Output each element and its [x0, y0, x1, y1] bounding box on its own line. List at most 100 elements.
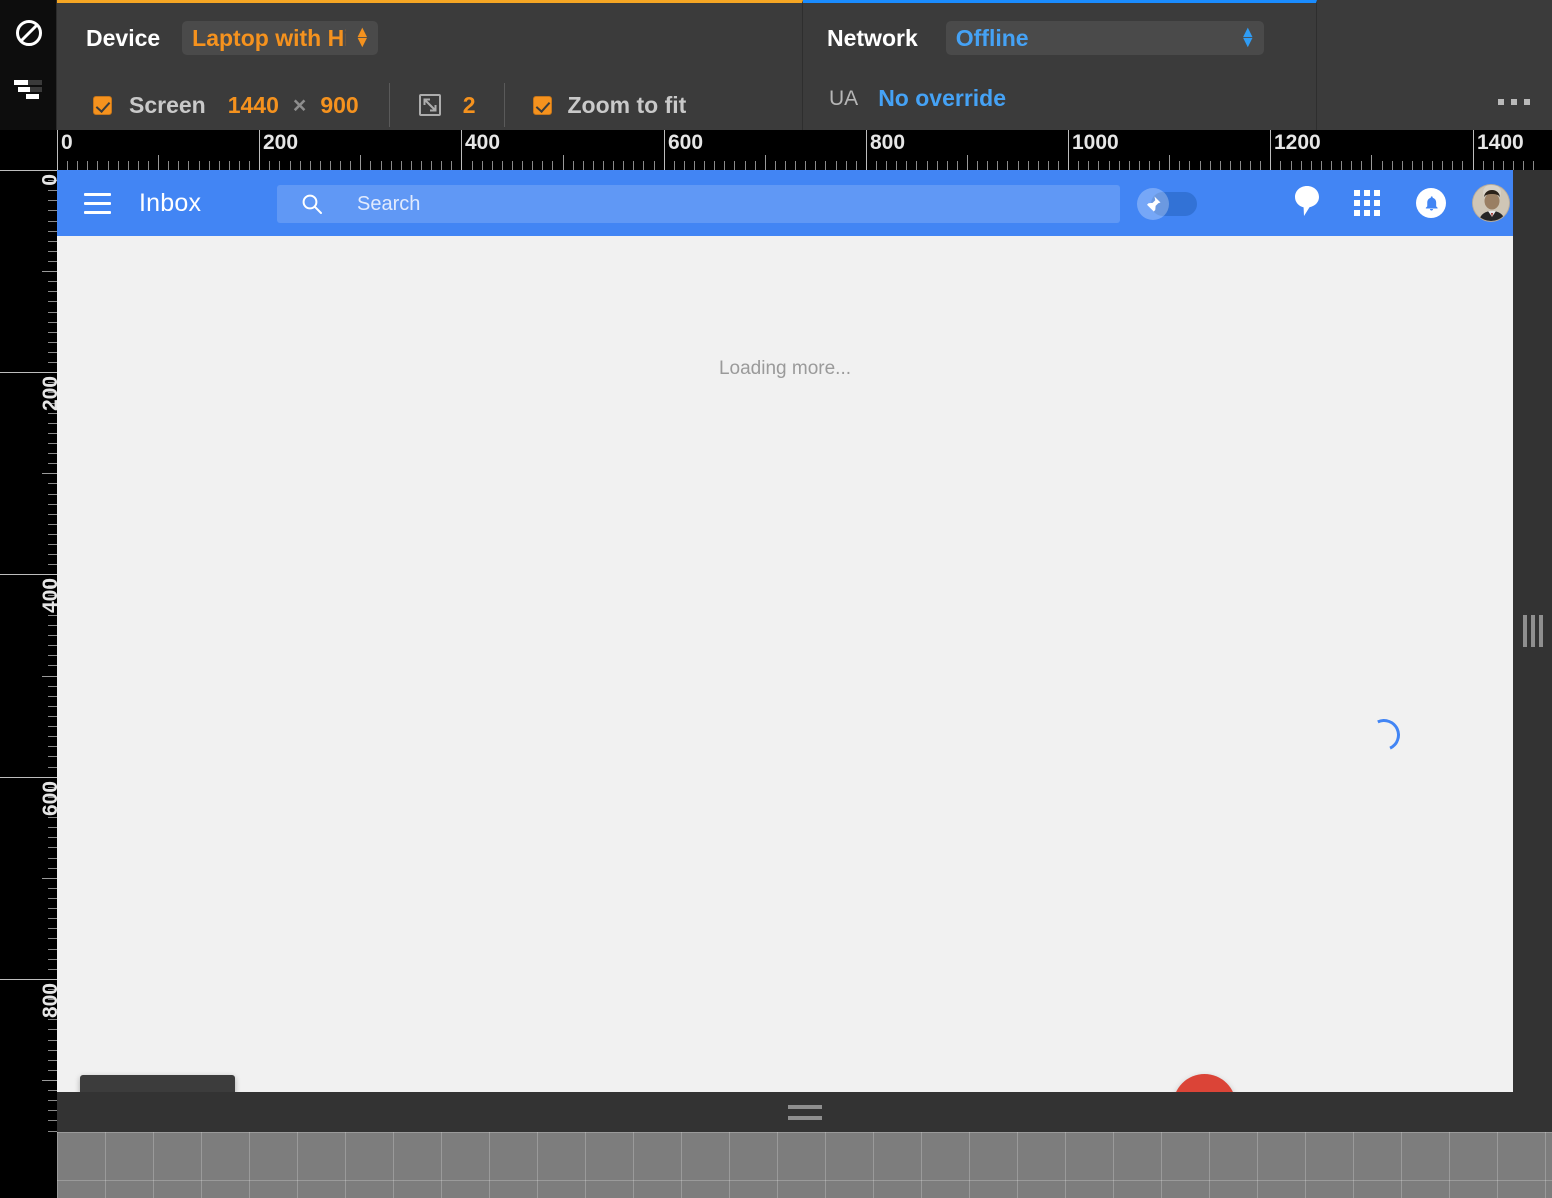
zoom-to-fit-label: Zoom to fit — [567, 91, 687, 118]
ruler-tick — [48, 281, 57, 282]
ruler-label: 1000 — [1072, 131, 1119, 154]
ruler-tick — [48, 868, 57, 869]
ruler-tick — [48, 716, 57, 717]
ruler-tick — [643, 161, 644, 170]
ruler-tick — [48, 352, 57, 353]
apps-grid-icon[interactable] — [1354, 190, 1390, 216]
ruler-tick — [67, 161, 68, 170]
search-input[interactable]: Search — [357, 193, 420, 216]
ruler-tick — [755, 161, 756, 170]
user-agent-label: UA — [829, 86, 859, 110]
ruler-tick — [1068, 130, 1069, 170]
hamburger-menu-icon[interactable] — [84, 192, 111, 214]
block-icon[interactable] — [14, 18, 44, 53]
devtools-device-mode-screenshot: Device Laptop with HiDPI s ▲▼ Screen 144… — [0, 0, 1552, 1198]
ruler-tick — [48, 827, 57, 828]
ruler-tick — [209, 161, 210, 170]
network-select-value: Offline — [955, 24, 1029, 51]
ruler-tick — [48, 241, 57, 242]
ruler-tick — [745, 161, 746, 170]
screen-label: Screen — [129, 91, 206, 118]
ruler-tick — [664, 130, 665, 170]
horizontal-resize-handle[interactable] — [57, 1092, 1552, 1132]
device-settings-panel: Device Laptop with HiDPI s ▲▼ Screen 144… — [57, 0, 803, 130]
ruler-tick — [310, 161, 311, 170]
ruler-tick — [1301, 161, 1302, 170]
ruler-tick — [48, 1120, 57, 1121]
ruler-label: 1400 — [1477, 131, 1524, 154]
ruler-tick — [48, 1070, 57, 1071]
ruler-tick — [48, 625, 57, 626]
ruler-tick — [846, 161, 847, 170]
horizontal-ruler[interactable]: 0 200 400 600 800 1000 1200 1400 — [57, 130, 1552, 170]
screen-height-input[interactable]: 900 — [320, 92, 358, 119]
ruler-tick — [795, 161, 796, 170]
ruler-tick — [158, 155, 159, 170]
zoom-to-fit-checkbox[interactable] — [532, 95, 552, 115]
ruler-tick — [563, 155, 564, 170]
ruler-tick — [178, 161, 179, 170]
ruler-tick — [48, 291, 57, 292]
ruler-tick — [48, 463, 57, 464]
ruler-tick — [967, 155, 968, 170]
screen-checkbox[interactable] — [93, 95, 112, 115]
ruler-tick — [1361, 161, 1362, 170]
ruler-tick — [583, 161, 584, 170]
search-icon — [301, 193, 323, 215]
ruler-tick — [48, 251, 57, 252]
ruler-tick — [48, 1090, 57, 1091]
ruler-tick — [1088, 161, 1089, 170]
user-avatar[interactable] — [1472, 184, 1510, 222]
speech-bubble-icon[interactable] — [1292, 184, 1328, 222]
ruler-tick — [1341, 161, 1342, 170]
ruler-tick — [381, 161, 382, 170]
ruler-tick — [48, 362, 57, 363]
ruler-tick — [48, 423, 57, 424]
ruler-tick — [654, 161, 655, 170]
ruler-tick — [623, 161, 624, 170]
ruler-tick — [128, 161, 129, 170]
device-pixel-ratio-value[interactable]: 2 — [463, 92, 476, 119]
ruler-tick — [1523, 161, 1524, 170]
ruler-tick — [48, 554, 57, 555]
device-select[interactable]: Laptop with HiDPI s ▲▼ — [182, 21, 379, 55]
toolbar-left-rail — [0, 0, 57, 130]
ruler-tick — [48, 686, 57, 687]
ruler-tick — [724, 161, 725, 170]
more-options-ellipsis-icon[interactable] — [1498, 99, 1530, 105]
ruler-label: 1200 — [1274, 131, 1321, 154]
ruler-tick — [42, 473, 57, 474]
app-top-bar: Inbox Search — [57, 170, 1513, 236]
ruler-tick — [0, 170, 57, 171]
pin-toggle[interactable] — [1137, 188, 1197, 220]
ruler-tick — [997, 161, 998, 170]
ruler-tick — [1200, 161, 1201, 170]
device-viewport: Inbox Search Loading more... — [57, 170, 1513, 1154]
vertical-ruler[interactable]: 02004006008001000 — [0, 170, 57, 1198]
network-select[interactable]: Offline ▲ ▼ — [945, 21, 1264, 55]
user-agent-value[interactable]: No override — [878, 85, 1006, 112]
ruler-tick — [48, 888, 57, 889]
ruler-tick — [48, 433, 57, 434]
ruler-tick — [48, 898, 57, 899]
ruler-tick — [48, 959, 57, 960]
ruler-tick — [239, 161, 240, 170]
ruler-tick — [330, 161, 331, 170]
screen-width-input[interactable]: 1440 — [228, 92, 279, 119]
network-throttle-icon[interactable] — [14, 78, 44, 109]
bell-icon[interactable] — [1416, 188, 1446, 218]
ruler-tick — [48, 665, 57, 666]
ruler-label: 0 — [39, 174, 57, 186]
search-box[interactable]: Search — [277, 185, 1120, 223]
ruler-tick — [1038, 161, 1039, 170]
ruler-tick — [1149, 161, 1150, 170]
network-label: Network — [827, 24, 918, 51]
ruler-tick — [48, 726, 57, 727]
ruler-label: 200 — [39, 376, 57, 412]
vertical-resize-handle[interactable] — [1513, 170, 1552, 1092]
ruler-tick — [411, 161, 412, 170]
ruler-tick — [1442, 161, 1443, 170]
ruler-tick — [1129, 161, 1130, 170]
ruler-label: 600 — [39, 781, 57, 817]
ruler-tick — [694, 161, 695, 170]
